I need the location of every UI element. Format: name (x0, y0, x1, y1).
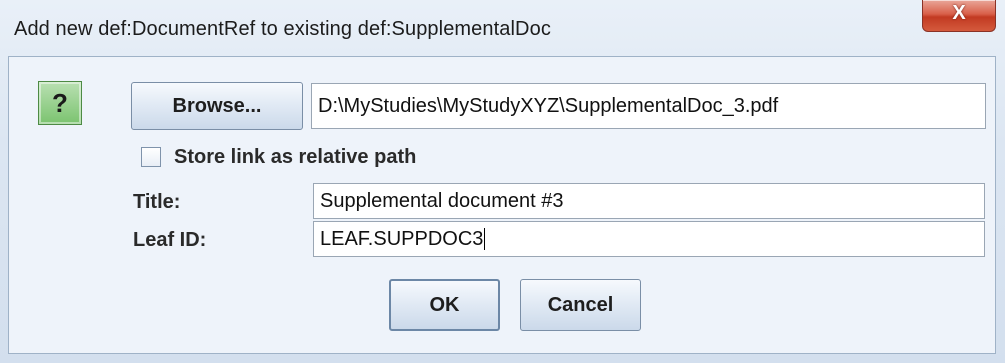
file-path-value: D:\MyStudies\MyStudyXYZ\SupplementalDoc_… (318, 94, 779, 117)
text-cursor (484, 228, 486, 250)
ok-button[interactable]: OK (389, 279, 500, 331)
browse-button[interactable]: Browse... (131, 82, 303, 130)
window-title: Add new def:DocumentRef to existing def:… (14, 18, 551, 40)
relative-path-checkbox[interactable] (141, 147, 161, 167)
file-path-field[interactable]: D:\MyStudies\MyStudyXYZ\SupplementalDoc_… (311, 83, 986, 129)
relative-path-label[interactable]: Store link as relative path (174, 146, 416, 169)
leaf-id-input[interactable]: LEAF.SUPPDOC3 (313, 221, 985, 257)
help-question-icon: ? (38, 81, 82, 125)
question-mark-glyph: ? (52, 88, 68, 118)
close-icon: X (952, 2, 966, 24)
title-input[interactable]: Supplemental document #3 (313, 183, 985, 219)
title-bar[interactable]: Add new def:DocumentRef to existing def:… (0, 0, 1005, 56)
leaf-id-input-value: LEAF.SUPPDOC3 (320, 227, 484, 250)
close-button[interactable]: X (922, 0, 996, 32)
cancel-button[interactable]: Cancel (520, 279, 641, 331)
title-input-value: Supplemental document #3 (320, 189, 564, 212)
leaf-id-label: Leaf ID: (133, 229, 207, 251)
title-label: Title: (133, 191, 181, 213)
dialog-window: Add new def:DocumentRef to existing def:… (0, 0, 1005, 363)
